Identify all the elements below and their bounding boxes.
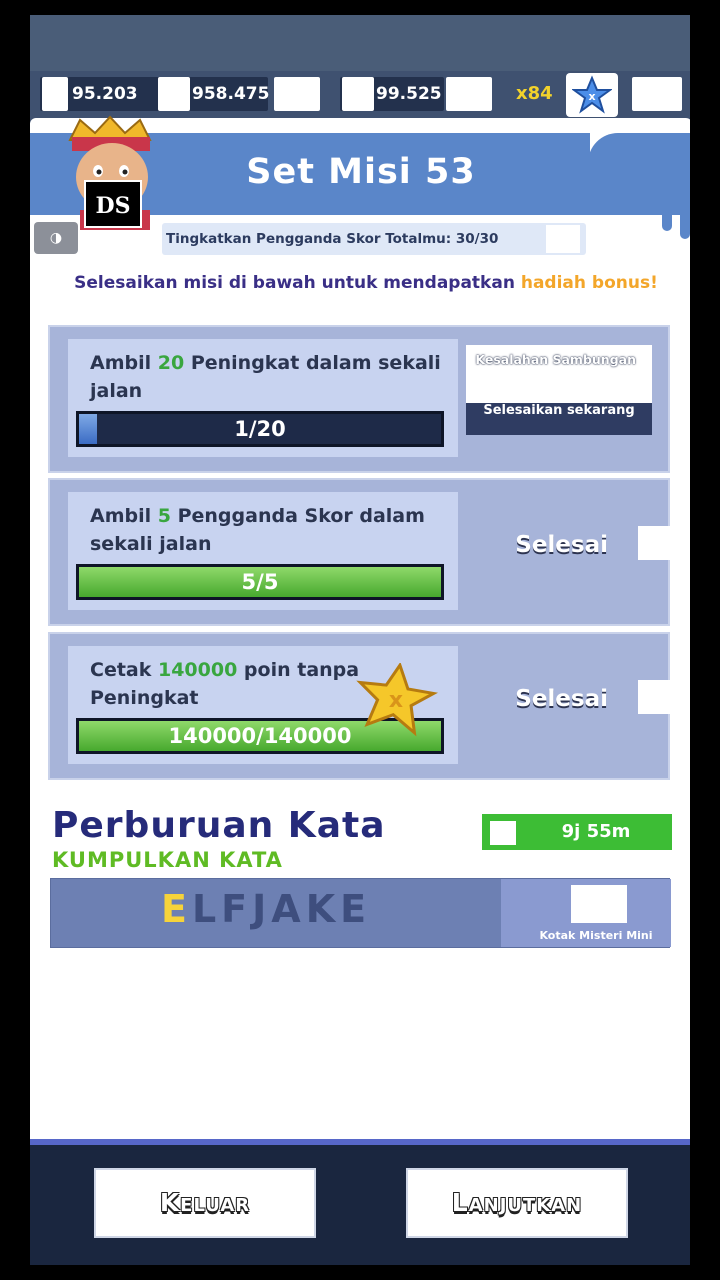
banner-drip [662, 195, 672, 231]
mission-card-2: Ambil 5 Pengganda Skor dalam sekali jala… [48, 478, 670, 626]
coin-value: 95.203 [72, 84, 138, 104]
instruction-text: Selesaikan misi di bawah untuk mendapatk… [74, 273, 521, 293]
add-token-button[interactable] [446, 77, 492, 111]
status-tab [638, 680, 670, 714]
mission-set-title: Set Misi 53 [245, 143, 477, 201]
key-value: 958.475 [192, 84, 270, 104]
multiplier-star-button[interactable]: x [566, 73, 618, 117]
mission-card-1: Ambil 20 Peningkat dalam sekali jalan 1/… [48, 325, 670, 473]
svg-text:x: x [389, 688, 403, 713]
word-hunt-title: Perburuan Kata [52, 805, 386, 846]
word-hunt-bar[interactable]: ELFJAKE Kotak Misteri Mini [50, 878, 671, 948]
score-multiplier: x84 [516, 83, 553, 104]
mission-star-icon: x [356, 663, 439, 737]
token-icon [342, 77, 374, 111]
mission-instruction: Selesaikan misi di bawah untuk mendapatk… [70, 271, 662, 296]
connection-error-text: Kesalahan Sambungan [475, 352, 636, 367]
banner-drip [642, 195, 652, 215]
title-banner-cloud [588, 133, 690, 215]
multiplier-info-icon [546, 225, 580, 253]
star-icon: x [572, 75, 612, 114]
status-tab [638, 526, 670, 560]
mission-1-text: Ambil 20 Peningkat dalam sekali jalan [90, 352, 441, 402]
total-multiplier-text: Tingkatkan Pengganda Skor Totalmu: 30/30 [166, 231, 499, 247]
mission-2-progress: 5/5 [76, 564, 444, 600]
timer-value: 9j 55m [561, 821, 631, 842]
svg-text:x: x [588, 90, 595, 103]
token-value: 99.525 [376, 84, 442, 104]
word-collected-letters: E [161, 887, 192, 931]
top-background [30, 15, 690, 71]
progress-label: 1/20 [234, 417, 286, 441]
coin-icon [42, 77, 68, 111]
mini-mystery-box-icon [571, 885, 627, 923]
word-remaining-letters: LFJAKE [191, 887, 372, 931]
exit-button[interactable]: Keluar [94, 1168, 316, 1238]
mission-2-status: Selesai [515, 532, 608, 558]
game-screen: 95.203 958.475 99.525 x84 x Set Misi 53 … [30, 15, 690, 1265]
visibility-toggle-icon[interactable]: ◑ [34, 222, 78, 254]
word-hunt-timer: 9j 55m [482, 814, 672, 850]
mission-3-status: Selesai [515, 686, 608, 712]
watermark-logo: DS [84, 180, 142, 228]
finish-now-button[interactable]: Selesaikan sekarang [466, 403, 652, 435]
mini-mystery-box-label: Kotak Misteri Mini [539, 929, 653, 942]
banner-drip [680, 195, 690, 239]
mission-2-text: Ambil 5 Pengganda Skor dalam sekali jala… [90, 505, 425, 555]
add-currency-button[interactable] [274, 77, 320, 111]
clock-icon [490, 821, 516, 845]
mission-1-progress: 1/20 [76, 411, 444, 447]
word-hunt-subtitle: KUMPULKAN KATA [52, 848, 283, 872]
key-icon [158, 77, 190, 111]
collected-word: ELFJAKE [161, 887, 371, 931]
progress-label: 5/5 [241, 570, 279, 594]
settings-placeholder[interactable] [632, 77, 682, 111]
continue-button[interactable]: Lanjutkan [406, 1168, 628, 1238]
instruction-highlight: hadiah bonus! [520, 273, 658, 293]
